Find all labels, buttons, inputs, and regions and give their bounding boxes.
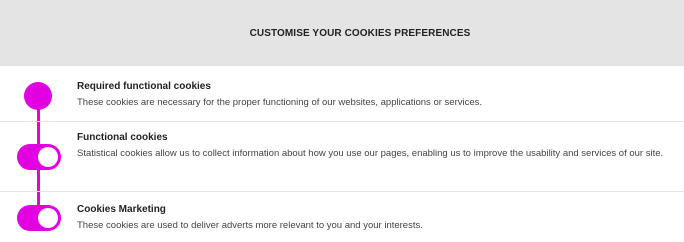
preference-description: Statistical cookies allow us to collect …: [77, 148, 664, 159]
preference-description: These cookies are used to deliver advert…: [77, 220, 423, 231]
marketing-cookies-toggle[interactable]: [17, 205, 61, 231]
preference-item-marketing: Cookies Marketing These cookies are used…: [77, 203, 680, 235]
preference-item-required: Required functional cookies These cookie…: [77, 80, 680, 112]
divider: [0, 121, 684, 122]
required-cookies-indicator: [24, 82, 52, 110]
preference-description: These cookies are necessary for the prop…: [77, 97, 483, 108]
functional-cookies-toggle[interactable]: [17, 144, 61, 170]
divider: [0, 191, 684, 192]
preference-item-functional: Functional cookies Statistical cookies a…: [77, 131, 680, 163]
page-title: CUSTOMISE YOUR COOKIES PREFERENCES: [249, 27, 471, 39]
preference-title: Required functional cookies: [77, 81, 211, 92]
preference-title: Cookies Marketing: [77, 204, 166, 215]
toggle-thumb: [38, 208, 58, 228]
preference-title: Functional cookies: [77, 132, 168, 143]
toggle-thumb: [38, 147, 58, 167]
cookie-preferences-header: CUSTOMISE YOUR COOKIES PREFERENCES: [0, 0, 684, 66]
